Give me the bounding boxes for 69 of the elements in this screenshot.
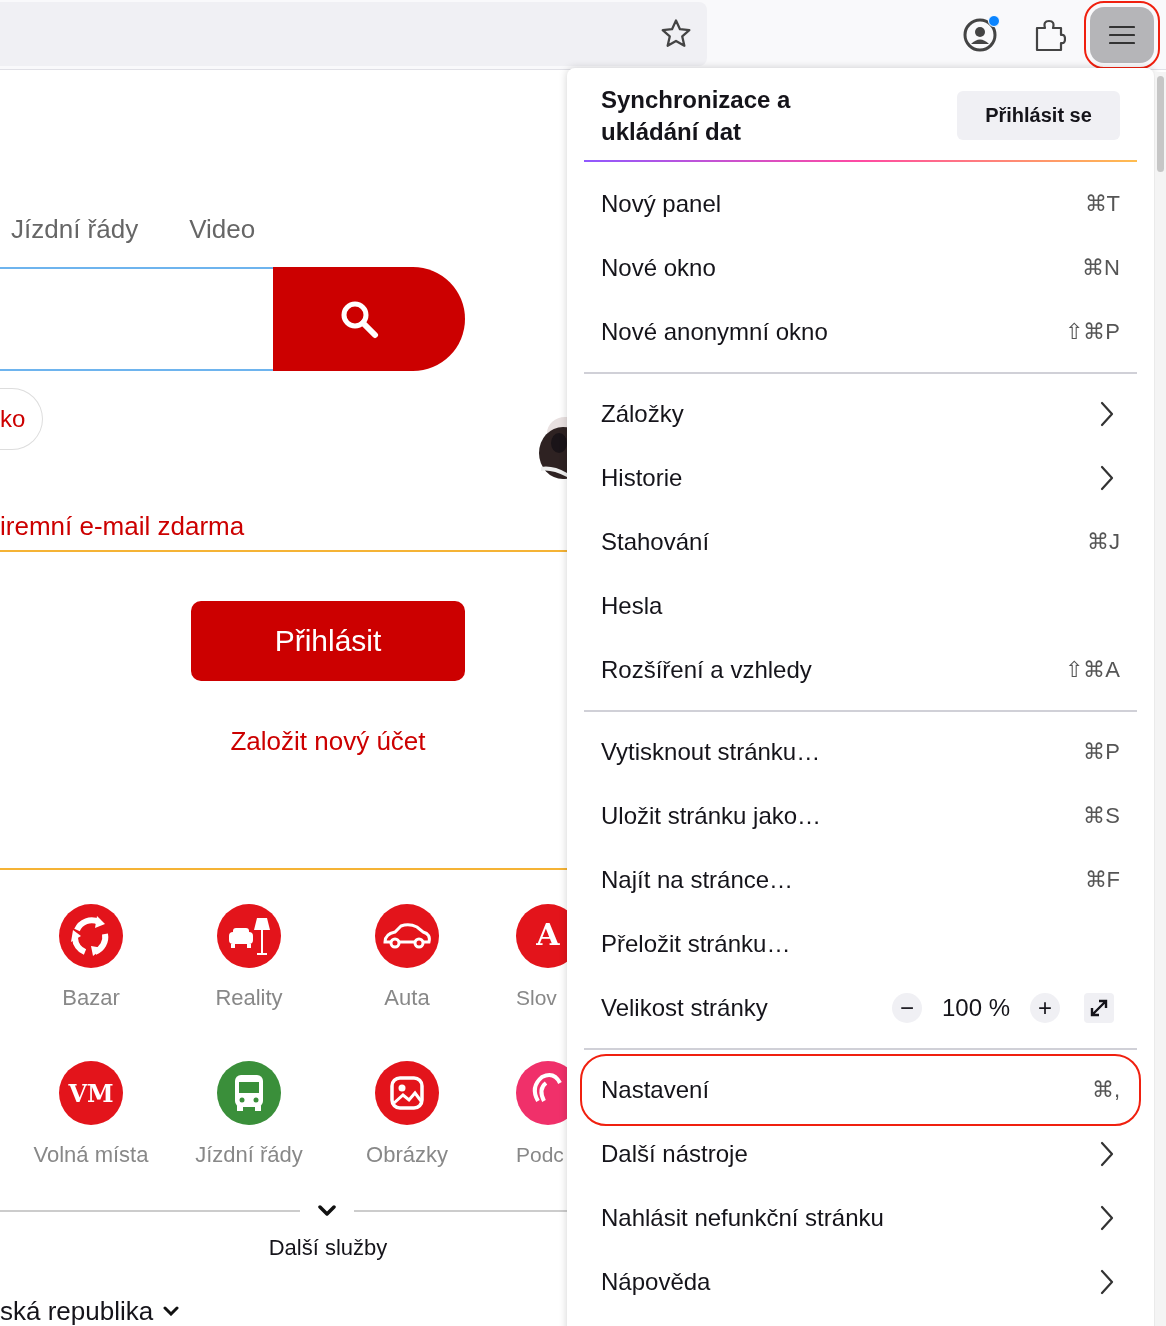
- account-icon[interactable]: [962, 16, 998, 53]
- more-services-link[interactable]: Další služby: [268, 1235, 388, 1260]
- search-button[interactable]: [273, 267, 465, 371]
- chevron-down-icon[interactable]: [317, 1205, 337, 1217]
- chevron-down-icon[interactable]: [163, 1306, 180, 1316]
- search-icon: [339, 299, 379, 339]
- menu-item[interactable]: Nové anonymní okno ⇧⌘P: [584, 300, 1137, 364]
- shortcut-label: ⇧⌘A: [1065, 657, 1120, 683]
- fullscreen-button[interactable]: [1084, 993, 1114, 1023]
- shortcut-label: ⌘F: [1084, 867, 1120, 893]
- sign-in-button[interactable]: Přihlásit se: [957, 91, 1120, 140]
- shortcut-label: ⌘T: [1084, 191, 1120, 217]
- register-link[interactable]: Založit nový účet: [230, 726, 426, 756]
- shortcut-label: ⌘P: [1083, 739, 1120, 765]
- shortcut-label: ⇧⌘P: [1065, 319, 1120, 345]
- promo-link[interactable]: iremní e-mail zdarma: [0, 511, 245, 541]
- service-label[interactable]: Obrázky: [366, 1139, 448, 1171]
- furniture-icon[interactable]: [217, 904, 281, 968]
- expand-arrow-icon: [1088, 997, 1110, 1019]
- menu-item[interactable]: Najít na stránce… ⌘F: [584, 848, 1137, 912]
- shortcut-label: ⌘N: [1082, 255, 1120, 281]
- bus-icon[interactable]: [217, 1061, 281, 1125]
- zoom-level: 100 %: [940, 994, 1012, 1022]
- shortcut-label: ⌘J: [1087, 529, 1120, 555]
- menu-item[interactable]: Záložky: [584, 382, 1137, 446]
- menu-item[interactable]: Nové okno ⌘N: [584, 236, 1137, 300]
- nav-tab[interactable]: Video: [189, 210, 256, 248]
- service-label[interactable]: Podc: [516, 1139, 564, 1171]
- menu-item[interactable]: Historie: [584, 446, 1137, 510]
- nav-tab[interactable]: Jízdní řády: [11, 210, 139, 248]
- shortcut-label: ⌘S: [1083, 803, 1120, 829]
- podcast-icon[interactable]: [516, 1061, 567, 1125]
- menu-item[interactable]: Nahlásit nefunkční stránku: [584, 1186, 1137, 1250]
- scrollbar[interactable]: [1155, 72, 1166, 1326]
- chevron-right-icon: [1100, 1269, 1114, 1295]
- menu-item[interactable]: Vytisknout stránku… ⌘P: [584, 720, 1137, 784]
- chevron-right-icon: [1100, 401, 1114, 427]
- shortcut-label: ⌘,: [1091, 1077, 1120, 1103]
- service-label[interactable]: Jízdní řády: [195, 1139, 303, 1171]
- service-label[interactable]: Volná místa: [33, 1139, 149, 1171]
- letter-logo-icon[interactable]: A: [516, 904, 567, 968]
- chevron-right-icon: [1100, 465, 1114, 491]
- image-icon[interactable]: [375, 1061, 439, 1125]
- menu-item[interactable]: Stahování ⌘J: [584, 510, 1137, 574]
- car-icon[interactable]: [375, 904, 439, 968]
- menu-item-label: Velikost stránky: [601, 994, 768, 1022]
- chevron-right-icon: [1100, 1205, 1114, 1231]
- menu-item[interactable]: Nápověda: [584, 1250, 1137, 1314]
- puzzle-icon[interactable]: [1034, 17, 1066, 52]
- zoom-in-button[interactable]: +: [1030, 993, 1060, 1023]
- menu-item[interactable]: Hesla: [584, 574, 1137, 638]
- menu-item[interactable]: Nový panel ⌘T: [584, 172, 1137, 236]
- menu-item[interactable]: Přeložit stránku…: [584, 912, 1137, 976]
- menu-item[interactable]: Uložit stránku jako… ⌘S: [584, 784, 1137, 848]
- menu-item[interactable]: Rozšíření a vzhledy ⇧⌘A: [584, 638, 1137, 702]
- service-label[interactable]: Reality: [215, 982, 283, 1014]
- zoom-out-button[interactable]: −: [892, 993, 922, 1023]
- menu-icon: [1109, 24, 1135, 45]
- country-selector[interactable]: ská republika: [0, 1295, 154, 1326]
- chevron-right-icon: [1100, 1141, 1114, 1167]
- letter-logo-icon[interactable]: VM: [59, 1061, 123, 1125]
- service-label[interactable]: Slov: [516, 982, 557, 1014]
- recycle-icon[interactable]: [59, 904, 123, 968]
- sync-title: Synchronizace a ukládání dat: [601, 85, 792, 147]
- menu-item[interactable]: Další nástroje: [584, 1122, 1137, 1186]
- service-label[interactable]: Auta: [384, 982, 430, 1014]
- menu-item[interactable]: Nastavení ⌘,: [584, 1058, 1137, 1122]
- service-label[interactable]: Bazar: [62, 982, 120, 1014]
- login-button[interactable]: Přihlásit: [191, 601, 465, 681]
